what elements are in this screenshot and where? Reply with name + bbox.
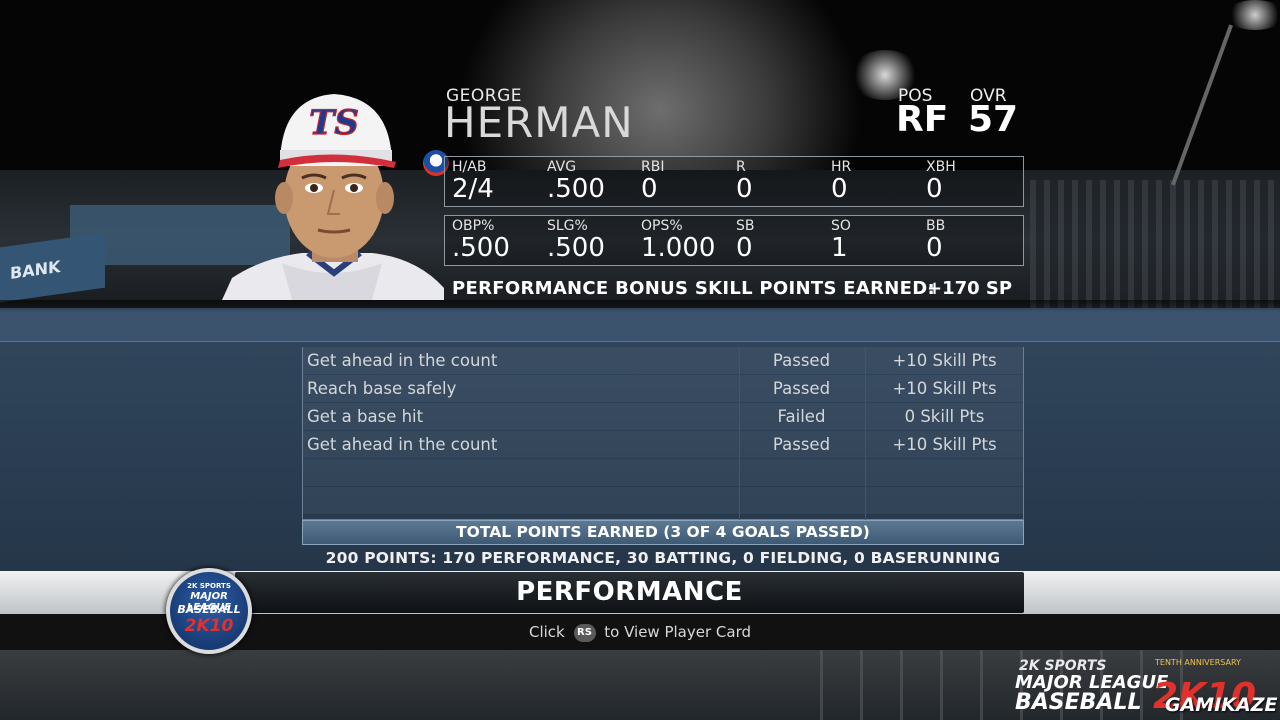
stat-xbh: XBH 0 (926, 159, 956, 204)
light-pole (1171, 24, 1233, 186)
goal-status: Failed (739, 403, 863, 431)
goal-name: Get a base hit (307, 407, 424, 426)
goal-points: +10 Skill Pts (865, 347, 1023, 375)
stat-rbi: RBI 0 (641, 159, 665, 204)
screen-title-bar: PERFORMANCE (235, 572, 1024, 613)
mlb2k10-logo: 2K SPORTS MAJOR LEAGUE BASEBALL 2K10 (166, 568, 252, 654)
stats-row-rates: OBP% .500 SLG% .500 OPS% 1.000 SB 0 SO 1… (444, 215, 1024, 266)
goal-row[interactable]: Get a base hit Failed 0 Skill Pts (303, 403, 1023, 431)
goal-name: Get ahead in the count (307, 351, 498, 370)
stat-so: SO 1 (831, 218, 851, 263)
bonus-skill-points-label: PERFORMANCE BONUS SKILL POINTS EARNED: (452, 278, 935, 299)
total-points-label: TOTAL POINTS EARNED (3 OF 4 GOALS PASSED… (456, 523, 870, 541)
goal-name: Get ahead in the count (307, 435, 498, 454)
stat-hab: H/AB 2/4 (452, 159, 494, 204)
cap-logo-icon: TS (309, 103, 359, 143)
stats-row-batting: H/AB 2/4 AVG .500 RBI 0 R 0 HR 0 XBH 0 (444, 156, 1024, 207)
stat-hr: HR 0 (831, 159, 852, 204)
goal-points: +10 Skill Pts (865, 375, 1023, 403)
stat-avg: AVG .500 (547, 159, 605, 204)
player-portrait: TS (222, 94, 444, 300)
game-watermark-logo: 2K SPORTS MAJOR LEAGUE BASEBALL TENTH AN… (1015, 658, 1278, 717)
table-row-bg (303, 459, 1023, 486)
overall-value: 57 (968, 99, 1019, 140)
goal-row[interactable]: Reach base safely Passed +10 Skill Pts (303, 375, 1023, 403)
player-last-name: HERMAN (444, 98, 634, 147)
stat-sb: SB 0 (736, 218, 755, 263)
stat-obp: OBP% .500 (452, 218, 510, 263)
bonus-skill-points-value: +170 SP (927, 278, 1013, 299)
goal-points: +10 Skill Pts (865, 431, 1023, 459)
stat-bb: BB 0 (926, 218, 946, 263)
panel-header-band (0, 308, 1280, 342)
stadium-stands-crowd (1030, 180, 1280, 310)
points-summary: 200 POINTS: 170 PERFORMANCE, 30 BATTING,… (325, 549, 1001, 567)
position-value: RF (896, 99, 949, 140)
goal-points: 0 Skill Pts (865, 403, 1023, 431)
right-stick-icon[interactable]: RS (573, 623, 596, 642)
goal-status: Passed (739, 431, 863, 459)
screen-title: PERFORMANCE (516, 577, 743, 607)
header-shadow (0, 300, 1280, 312)
goal-name: Reach base safely (307, 379, 457, 398)
goals-table: Get ahead in the count Passed +10 Skill … (302, 347, 1024, 520)
stadium-light (1225, 0, 1280, 30)
site-watermark: GAMIKAZE (1165, 694, 1278, 716)
stat-r: R 0 (736, 159, 753, 204)
total-points-bar: TOTAL POINTS EARNED (3 OF 4 GOALS PASSED… (302, 520, 1024, 545)
table-row-bg (303, 487, 1023, 514)
goal-row[interactable]: Get ahead in the count Passed +10 Skill … (303, 347, 1023, 375)
goal-row[interactable]: Get ahead in the count Passed +10 Skill … (303, 431, 1023, 459)
goal-status: Passed (739, 347, 863, 375)
stat-ops: OPS% 1.000 (641, 218, 716, 263)
goal-status: Passed (739, 375, 863, 403)
stat-slg: SLG% .500 (547, 218, 605, 263)
